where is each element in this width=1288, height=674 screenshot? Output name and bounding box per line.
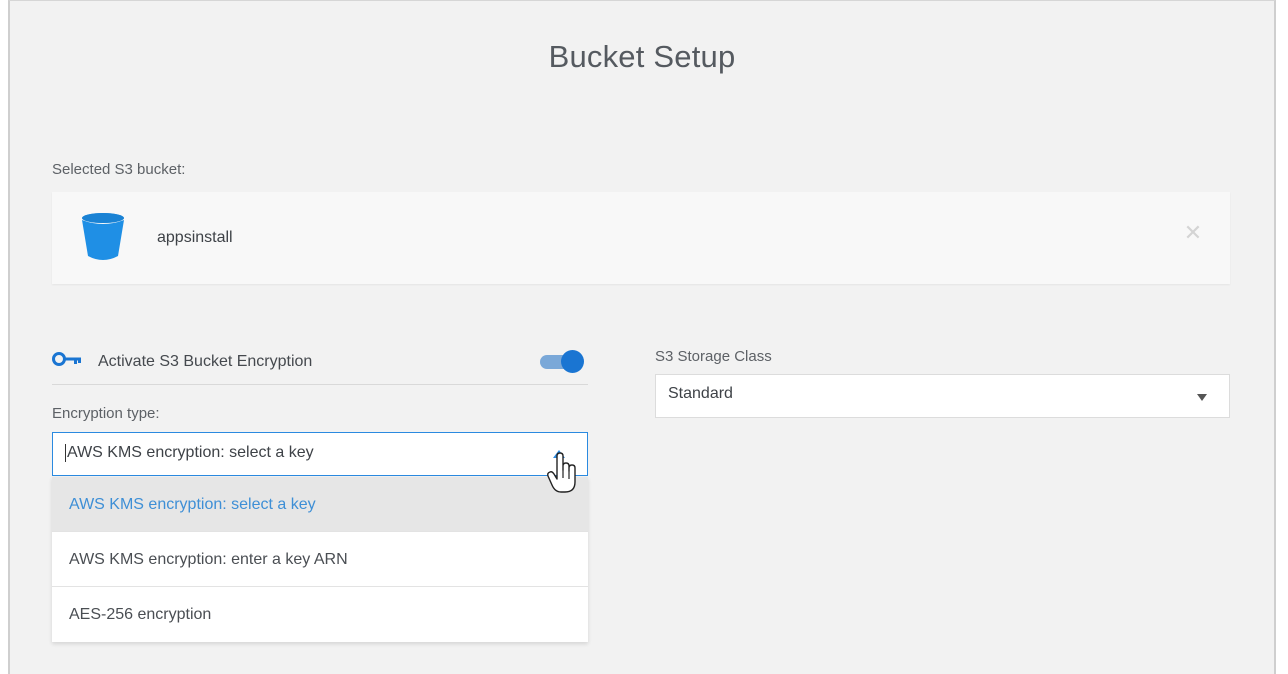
dropdown-option[interactable]: AWS KMS encryption: enter a key ARN (52, 532, 588, 587)
bucket-name: appsinstall (157, 229, 233, 246)
encryption-type-value: AWS KMS encryption: select a key (65, 444, 314, 462)
encryption-type-dropdown: AWS KMS encryption: select a key AWS KMS… (52, 477, 588, 642)
encryption-type-select[interactable]: AWS KMS encryption: select a key (52, 432, 588, 476)
selected-bucket-card: appsinstall ✕ (52, 192, 1230, 284)
encryption-toggle-label: Activate S3 Bucket Encryption (98, 353, 313, 370)
toggle-knob (561, 350, 584, 373)
bucket-icon (82, 213, 124, 260)
storage-class-select[interactable]: Standard (655, 374, 1230, 418)
encryption-header: Activate S3 Bucket Encryption (52, 338, 588, 385)
storage-class-value: Standard (668, 385, 733, 402)
selected-bucket-label: Selected S3 bucket: (52, 161, 186, 178)
close-icon[interactable]: ✕ (1182, 222, 1204, 244)
hand-pointer-icon (547, 452, 576, 493)
dropdown-option[interactable]: AES-256 encryption (52, 587, 588, 642)
encryption-toggle[interactable] (538, 350, 584, 373)
dropdown-option[interactable]: AWS KMS encryption: select a key (52, 477, 588, 532)
bucket-setup-panel: Bucket Setup Selected S3 bucket: appsins… (8, 0, 1276, 674)
encryption-type-label: Encryption type: (52, 405, 160, 422)
key-icon (52, 352, 81, 366)
page-title: Bucket Setup (548, 39, 736, 74)
chevron-down-icon (1197, 394, 1207, 401)
storage-class-label: S3 Storage Class (655, 348, 772, 365)
